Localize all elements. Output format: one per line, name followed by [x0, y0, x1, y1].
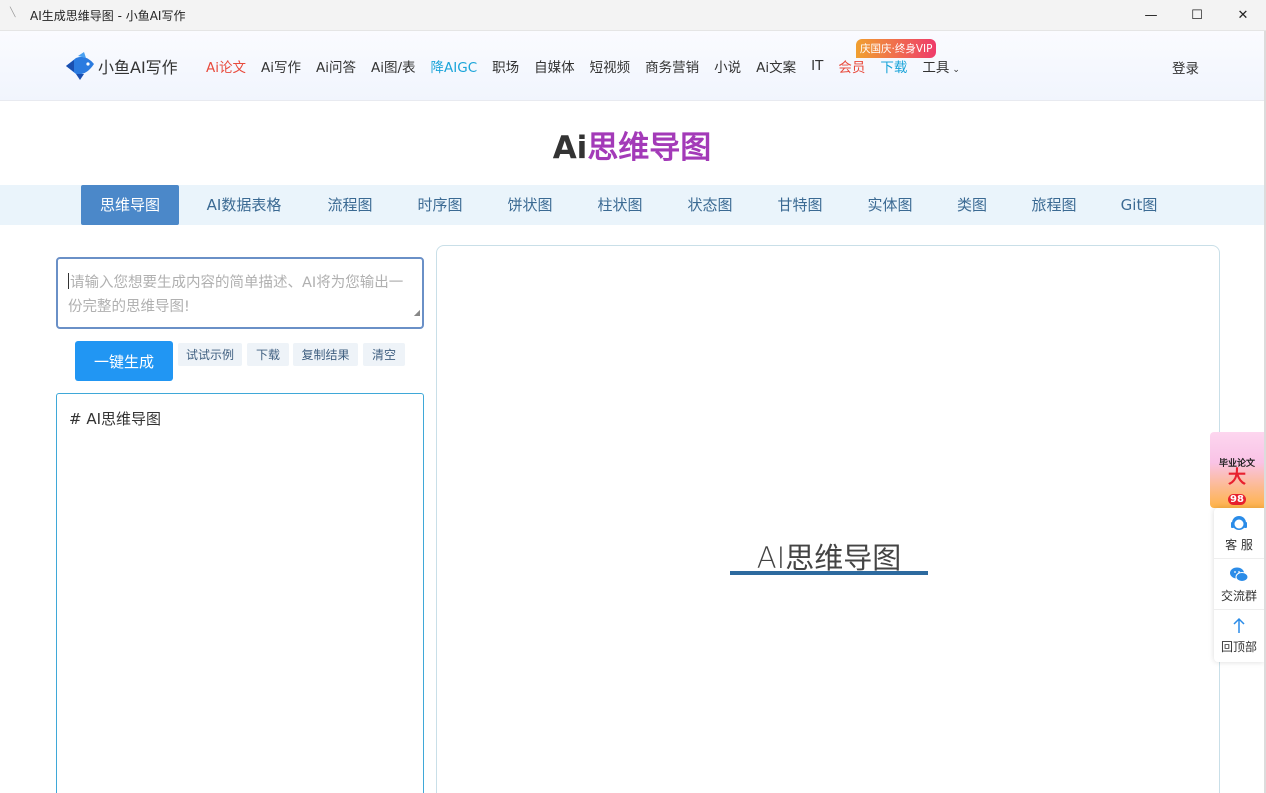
tab-pie[interactable]: 饼状图 — [490, 185, 570, 225]
group-chat-label: 交流群 — [1220, 588, 1257, 603]
tab-git[interactable]: Git图 — [1104, 185, 1174, 225]
group-chat-button[interactable]: 交流群 — [1214, 559, 1264, 610]
top-navigation: 小鱼AI写作 Ai论文 Ai写作 Ai问答 Ai图/表 降AIGC 职场 自媒体… — [0, 31, 1264, 101]
nav-link-tools[interactable]: 工具 ⌄ — [922, 56, 960, 76]
tab-state[interactable]: 状态图 — [670, 185, 750, 225]
nav-link-copywriting[interactable]: Ai文案 — [756, 56, 796, 76]
mindmap-root-underline — [730, 571, 928, 575]
nav-link-qa[interactable]: Ai问答 — [316, 56, 356, 76]
generate-button[interactable]: 一键生成 — [75, 341, 173, 381]
tab-journey[interactable]: 旅程图 — [1014, 185, 1094, 225]
customer-service-label: 客 服 — [1225, 537, 1253, 552]
page-title-main: 思维导图 — [587, 130, 712, 166]
vip-promo-badge: 庆国庆·终身VIP — [856, 39, 937, 58]
nav-link-writing[interactable]: Ai写作 — [261, 56, 301, 76]
arrow-up-icon — [1233, 617, 1245, 633]
maximize-button[interactable]: ☐ — [1174, 0, 1220, 31]
page-title: Ai思维导图 — [0, 122, 1264, 167]
markdown-editor[interactable]: # AI思维导图 — [56, 393, 424, 793]
tab-sequence[interactable]: 时序图 — [400, 185, 480, 225]
window-controls: — ☐ ✕ — [1128, 0, 1266, 31]
tab-entity[interactable]: 实体图 — [850, 185, 930, 225]
site-logo[interactable]: 小鱼AI写作 — [64, 50, 178, 82]
fish-logo-icon — [66, 52, 94, 80]
editor-content: # AI思维导图 — [69, 410, 162, 428]
text-caret — [68, 273, 69, 289]
customer-service-icon — [1231, 515, 1247, 530]
close-button[interactable]: ✕ — [1220, 0, 1266, 31]
window-title: AI生成思维导图 - 小鱼AI写作 — [30, 8, 186, 23]
back-to-top-button[interactable]: 回顶部 — [1214, 610, 1264, 661]
nav-link-paper[interactable]: Ai论文 — [206, 56, 246, 76]
nav-link-novel[interactable]: 小说 — [714, 56, 741, 76]
tab-flowchart[interactable]: 流程图 — [310, 185, 390, 225]
promo-big-text: 大 — [1228, 467, 1246, 488]
example-button[interactable]: 试试示例 — [178, 343, 242, 366]
nav-link-workplace[interactable]: 职场 — [492, 56, 519, 76]
tab-ai-table[interactable]: AI数据表格 — [194, 185, 294, 225]
nav-link-download[interactable]: 下载 — [880, 56, 907, 76]
site-name: 小鱼AI写作 — [98, 58, 178, 77]
prompt-input[interactable]: 请输入您想要生成内容的简单描述、AI将为您输出一份完整的思维导图! ◢ — [56, 257, 424, 329]
tab-gantt[interactable]: 甘特图 — [760, 185, 840, 225]
nav-link-membership[interactable]: 会员 — [838, 56, 865, 76]
customer-service-button[interactable]: 客 服 — [1214, 508, 1264, 559]
nav-link-tools-label: 工具 — [922, 60, 950, 76]
floating-sidebar: 客 服 交流群 回顶部 — [1214, 508, 1264, 662]
diagram-type-tabs: 思维导图 AI数据表格 流程图 时序图 饼状图 柱状图 状态图 甘特图 实体图 … — [0, 185, 1264, 225]
download-button[interactable]: 下载 — [247, 343, 289, 366]
wechat-icon — [1230, 567, 1249, 582]
clear-button[interactable]: 清空 — [363, 343, 405, 366]
nav-link-reduce-aigc[interactable]: 降AIGC — [431, 56, 478, 76]
promo-number: 98 — [1228, 494, 1246, 505]
nav-link-it[interactable]: IT — [811, 58, 823, 74]
window-titlebar: ╲ AI生成思维导图 - 小鱼AI写作 — ☐ ✕ — [0, 0, 1266, 31]
nav-link-marketing[interactable]: 商务营销 — [645, 56, 699, 76]
mindmap-preview[interactable] — [436, 245, 1220, 793]
tab-class[interactable]: 类图 — [940, 185, 1004, 225]
nav-link-self-media[interactable]: 自媒体 — [534, 56, 575, 76]
tab-mindmap[interactable]: 思维导图 — [81, 185, 179, 225]
back-to-top-label: 回顶部 — [1220, 640, 1257, 654]
thesis-promo-banner[interactable]: 毕业论文 大 98 — [1210, 432, 1264, 508]
copy-result-button[interactable]: 复制结果 — [293, 343, 358, 366]
nav-link-chart[interactable]: Ai图/表 — [371, 56, 416, 76]
minimize-button[interactable]: — — [1128, 0, 1174, 31]
login-link[interactable]: 登录 — [1172, 57, 1199, 77]
resize-grip-icon[interactable]: ◢ — [414, 301, 420, 325]
page-favicon-icon: ╲ — [10, 8, 16, 18]
tab-bar[interactable]: 柱状图 — [580, 185, 660, 225]
chevron-down-icon: ⌄ — [952, 65, 960, 75]
nav-link-short-video[interactable]: 短视频 — [590, 56, 631, 76]
prompt-placeholder: 请输入您想要生成内容的简单描述、AI将为您输出一份完整的思维导图! — [68, 275, 404, 315]
page-title-prefix: Ai — [552, 130, 588, 166]
